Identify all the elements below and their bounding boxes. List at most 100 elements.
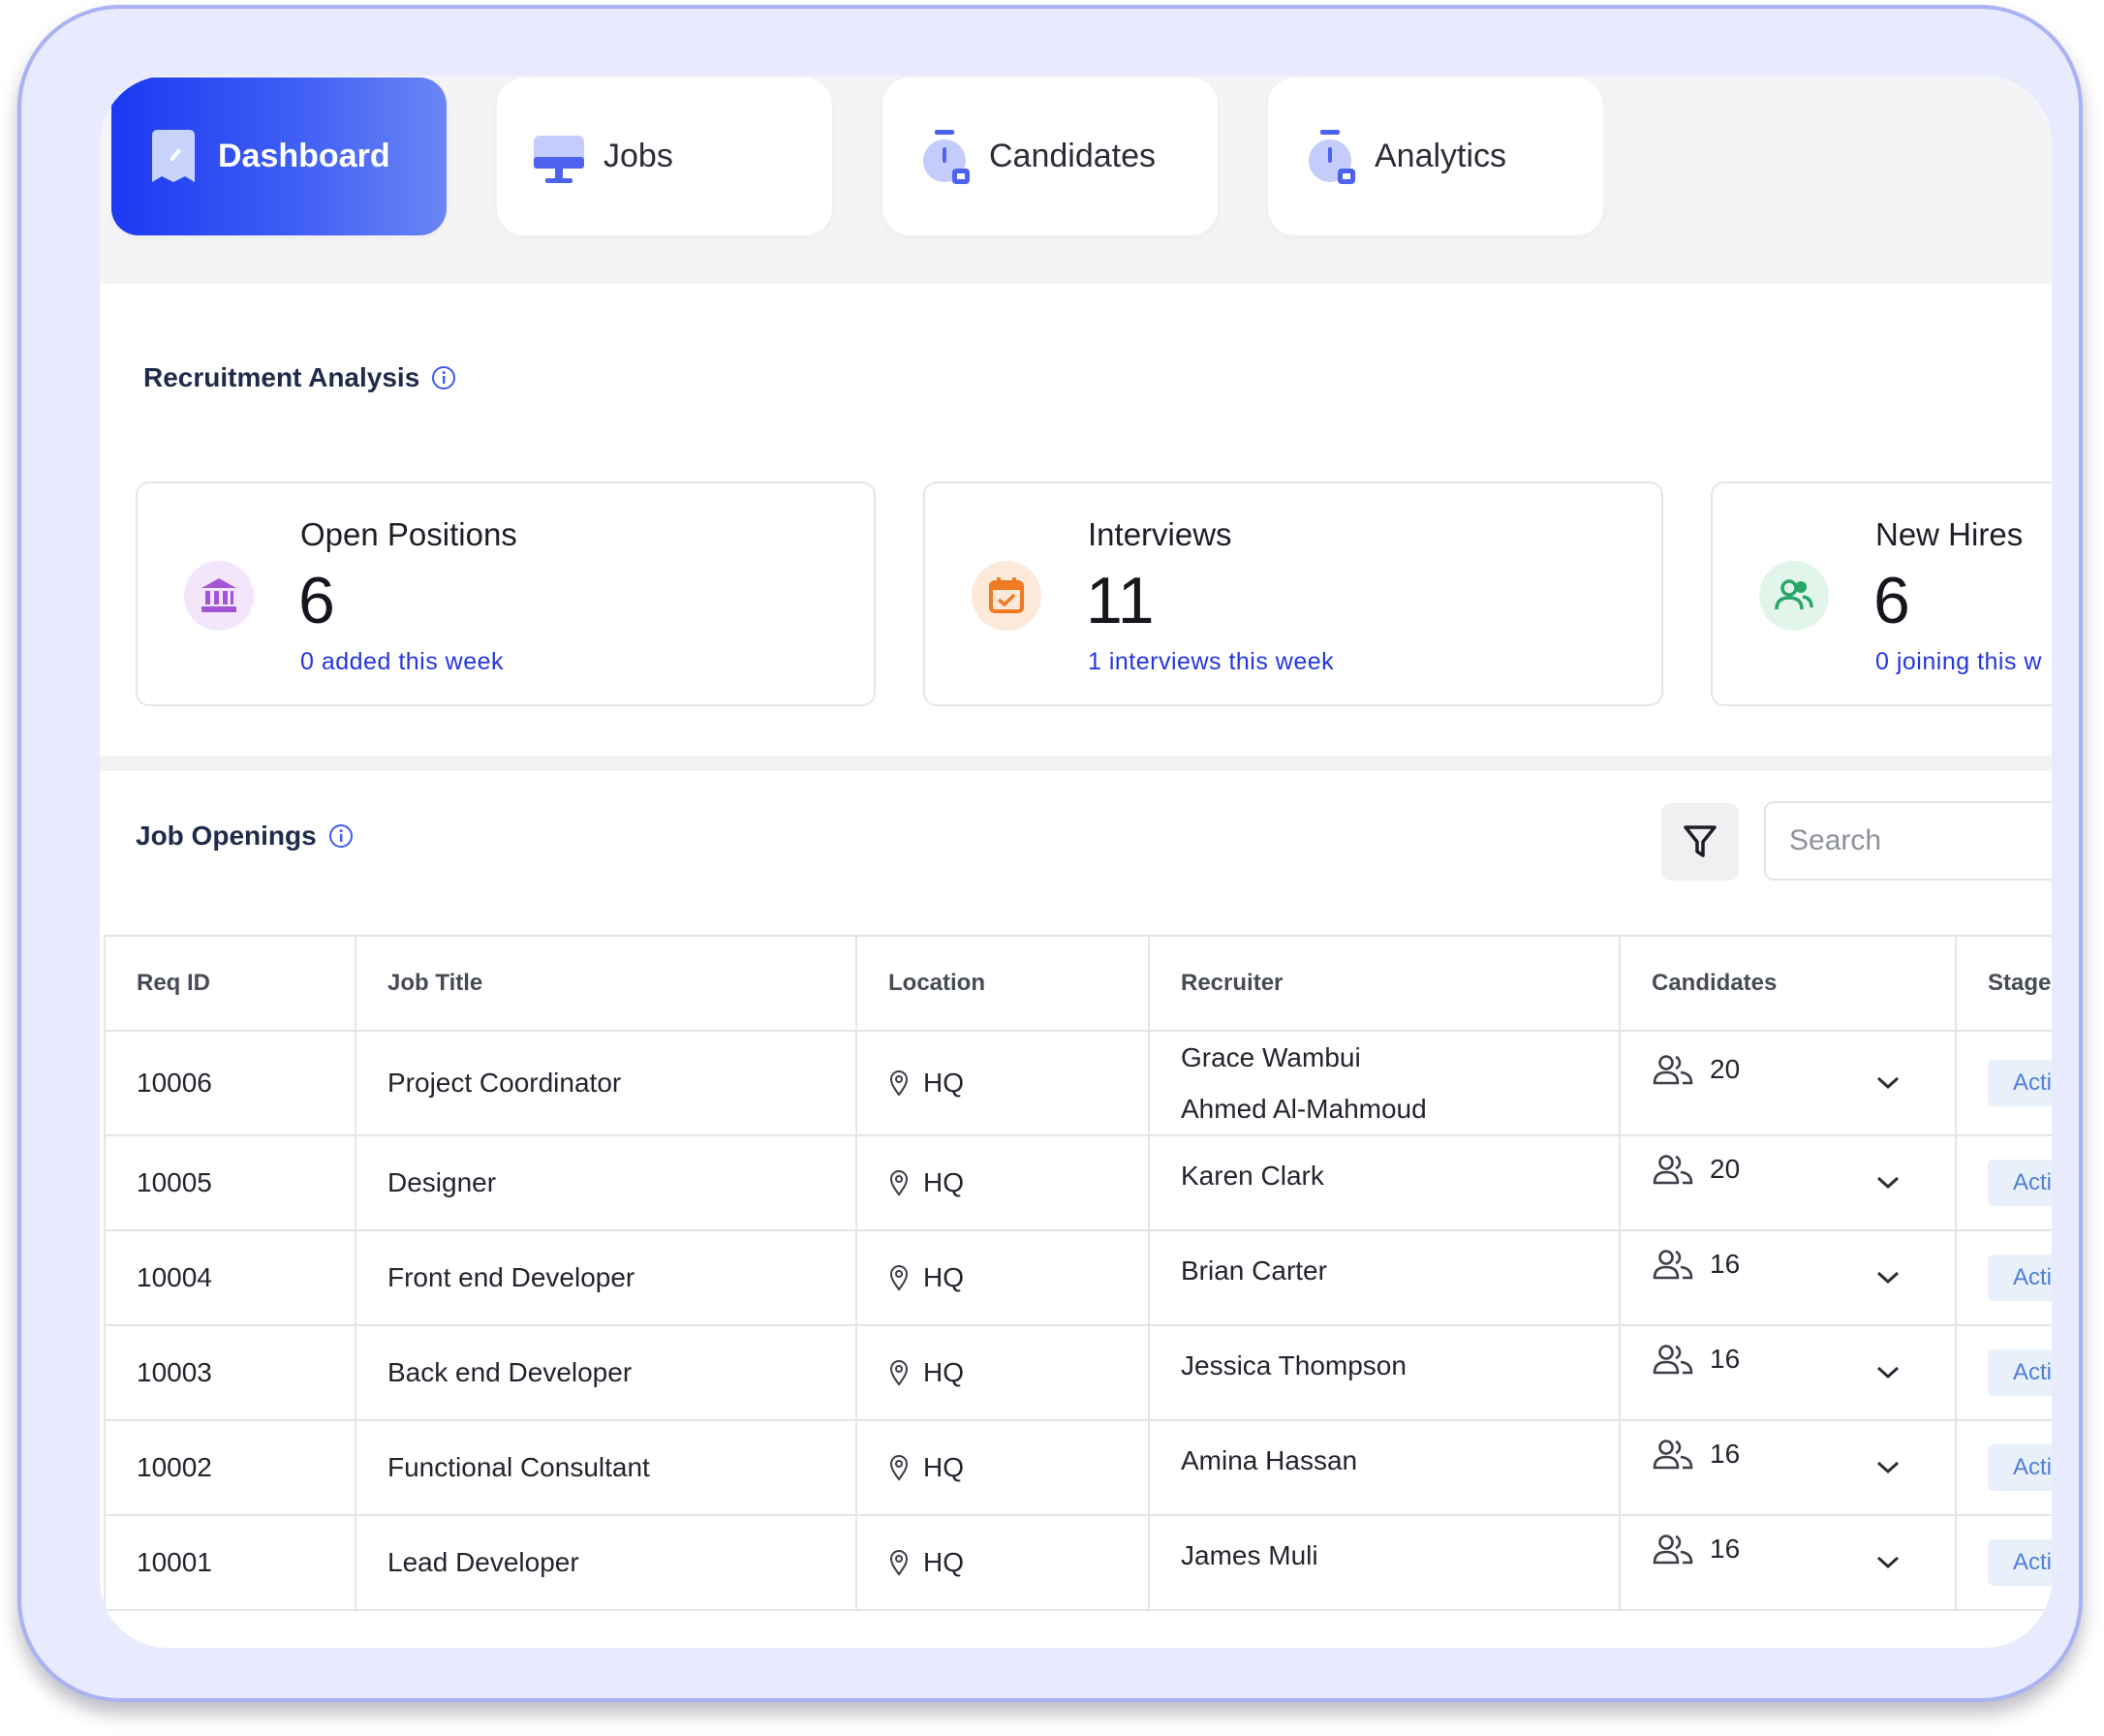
job-title[interactable]: Front end Developer bbox=[387, 1262, 634, 1292]
req-id-cell: 10006 bbox=[104, 1030, 356, 1136]
stage-cell: Acti bbox=[1955, 1419, 2052, 1516]
chevron-down-icon[interactable] bbox=[1875, 1365, 1901, 1380]
info-icon[interactable] bbox=[328, 823, 354, 849]
stage-cell: Acti bbox=[1955, 1229, 2052, 1326]
location-cell: HQ bbox=[855, 1419, 1150, 1516]
job-title[interactable]: Lead Developer bbox=[387, 1547, 579, 1577]
info-icon[interactable] bbox=[431, 365, 456, 390]
chevron-down-icon[interactable] bbox=[1875, 1075, 1901, 1091]
location-pin-icon bbox=[889, 1070, 909, 1097]
table-row[interactable]: 10002 Functional Consultant HQ Amina Has… bbox=[104, 1419, 2052, 1516]
recruiter-name: Amina Hassan bbox=[1181, 1445, 1358, 1475]
req-id: 10001 bbox=[137, 1547, 212, 1577]
column-header-stage[interactable]: Stage bbox=[1955, 935, 2052, 1032]
users-icon bbox=[1759, 561, 1829, 631]
location-label: HQ bbox=[923, 1357, 964, 1387]
job-title[interactable]: Project Coordinator bbox=[387, 1068, 621, 1098]
device-frame: Dashboard Jobs Candidates Analytics Recr… bbox=[17, 5, 2083, 1702]
status-badge[interactable]: Acti bbox=[1988, 1349, 2052, 1396]
recruiter-name: Jessica Thompson bbox=[1181, 1350, 1407, 1380]
card-value: 11 bbox=[1086, 564, 1155, 637]
candidate-count: 16 bbox=[1710, 1439, 1741, 1469]
stat-card-interviews: Interviews 11 1 interviews this week bbox=[923, 481, 1663, 706]
recruiter-name: James Muli bbox=[1181, 1540, 1318, 1570]
card-subtext: 0 joining this w bbox=[1875, 648, 2042, 675]
table-header-row: Req ID Job Title Location Recruiter Cand… bbox=[104, 935, 2052, 1032]
filter-button[interactable] bbox=[1661, 803, 1739, 881]
column-header-req-id[interactable]: Req ID bbox=[104, 935, 356, 1032]
card-title: Interviews bbox=[1088, 516, 1232, 552]
chevron-down-icon[interactable] bbox=[1875, 1555, 1901, 1570]
chevron-down-icon[interactable] bbox=[1875, 1460, 1901, 1475]
location-pin-icon bbox=[889, 1360, 909, 1386]
stage-cell: Acti bbox=[1955, 1324, 2052, 1421]
chevron-down-icon[interactable] bbox=[1875, 1175, 1901, 1191]
location-cell: HQ bbox=[855, 1324, 1150, 1421]
job-title[interactable]: Designer bbox=[387, 1167, 496, 1197]
location-cell: HQ bbox=[855, 1514, 1150, 1611]
card-value: 6 bbox=[1873, 564, 1910, 637]
status-badge[interactable]: Acti bbox=[1988, 1060, 2052, 1106]
tab-label: Jobs bbox=[603, 138, 673, 174]
stage-cell: Acti bbox=[1955, 1134, 2052, 1231]
card-subtext: 0 added this week bbox=[300, 648, 505, 675]
candidates-cell: 16 bbox=[1619, 1324, 1957, 1421]
location-label: HQ bbox=[923, 1547, 964, 1577]
users-icon bbox=[1653, 1055, 1693, 1085]
location-cell: HQ bbox=[855, 1134, 1150, 1231]
column-header-location[interactable]: Location bbox=[855, 935, 1150, 1032]
tab-dashboard[interactable]: Dashboard bbox=[111, 78, 447, 235]
req-id: 10004 bbox=[137, 1262, 212, 1292]
tab-candidates[interactable]: Candidates bbox=[882, 78, 1218, 235]
recruiter-cell: Amina Hassan bbox=[1148, 1419, 1621, 1516]
location-label: HQ bbox=[923, 1262, 964, 1292]
job-title[interactable]: Functional Consultant bbox=[387, 1452, 650, 1482]
status-badge[interactable]: Acti bbox=[1988, 1255, 2052, 1301]
column-header-candidates[interactable]: Candidates bbox=[1619, 935, 1957, 1032]
stage-cell: Acti bbox=[1955, 1030, 2052, 1136]
req-id: 10002 bbox=[137, 1452, 212, 1482]
dashboard-icon bbox=[152, 129, 195, 182]
table-row[interactable]: 10003 Back end Developer HQ Jessica Thom… bbox=[104, 1324, 2052, 1421]
column-header-recruiter[interactable]: Recruiter bbox=[1148, 935, 1621, 1032]
status-badge[interactable]: Acti bbox=[1988, 1539, 2052, 1586]
bank-icon bbox=[184, 561, 254, 631]
tab-jobs[interactable]: Jobs bbox=[497, 78, 832, 235]
table-row[interactable]: 10004 Front end Developer HQ Brian Carte… bbox=[104, 1229, 2052, 1326]
location-label: HQ bbox=[923, 1452, 964, 1482]
stat-card-open-positions: Open Positions 6 0 added this week bbox=[136, 481, 876, 706]
job-title-cell: Designer bbox=[355, 1134, 857, 1231]
tab-analytics[interactable]: Analytics bbox=[1268, 78, 1603, 235]
column-header-job-title[interactable]: Job Title bbox=[355, 935, 857, 1032]
recruiter-cell: James Muli bbox=[1148, 1514, 1621, 1611]
search-input[interactable] bbox=[1764, 801, 2052, 881]
monitor-icon bbox=[534, 135, 584, 183]
candidate-count: 20 bbox=[1710, 1154, 1741, 1184]
candidate-count: 16 bbox=[1710, 1249, 1741, 1279]
candidates-cell: 16 bbox=[1619, 1419, 1957, 1516]
job-title-cell: Project Coordinator bbox=[355, 1030, 857, 1136]
location-pin-icon bbox=[889, 1455, 909, 1481]
status-badge[interactable]: Acti bbox=[1988, 1160, 2052, 1206]
req-id-cell: 10001 bbox=[104, 1514, 356, 1611]
recruiter-cell: Jessica Thompson bbox=[1148, 1324, 1621, 1421]
req-id-cell: 10005 bbox=[104, 1134, 356, 1231]
table-row[interactable]: 10006 Project Coordinator HQ Grace Wambu… bbox=[104, 1030, 2052, 1136]
req-id-cell: 10004 bbox=[104, 1229, 356, 1326]
job-title[interactable]: Back end Developer bbox=[387, 1357, 632, 1387]
card-title: Open Positions bbox=[300, 516, 517, 552]
table-row[interactable]: 10001 Lead Developer HQ James Muli 16 Ac… bbox=[104, 1514, 2052, 1611]
location-label: HQ bbox=[923, 1167, 964, 1197]
filter-icon bbox=[1684, 825, 1717, 857]
recruitment-analysis-header: Recruitment Analysis bbox=[143, 362, 456, 393]
location-pin-icon bbox=[889, 1265, 909, 1291]
chevron-down-icon[interactable] bbox=[1875, 1270, 1901, 1286]
job-title-cell: Front end Developer bbox=[355, 1229, 857, 1326]
candidates-cell: 20 bbox=[1619, 1030, 1957, 1136]
status-badge[interactable]: Acti bbox=[1988, 1444, 2052, 1491]
job-title-cell: Back end Developer bbox=[355, 1324, 857, 1421]
table-row[interactable]: 10005 Designer HQ Karen Clark 20 Acti bbox=[104, 1134, 2052, 1231]
recruiter-name: Brian Carter bbox=[1181, 1256, 1327, 1286]
candidates-cell: 16 bbox=[1619, 1229, 1957, 1326]
recruiter-name: Karen Clark bbox=[1181, 1161, 1324, 1191]
